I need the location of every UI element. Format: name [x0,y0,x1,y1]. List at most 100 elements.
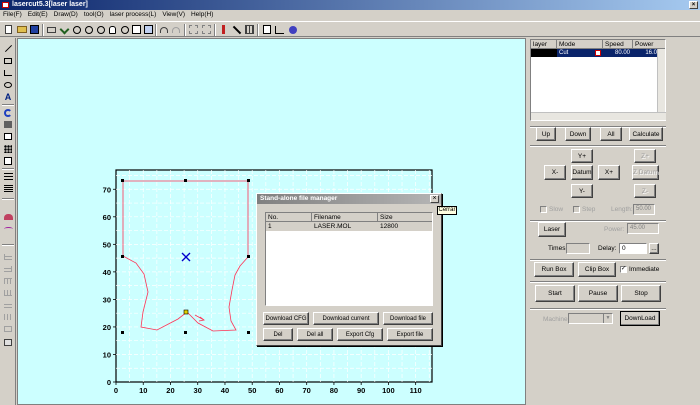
align-left-icon[interactable] [3,252,13,261]
align-right-icon[interactable] [3,264,13,273]
rectangle-tool-icon[interactable] [3,56,13,65]
stamp-tool-icon[interactable] [3,120,13,129]
delay-options-button[interactable]: ... [649,243,659,254]
import-icon[interactable] [46,24,57,35]
download-current-button[interactable]: Download current [313,312,379,325]
del-all-button[interactable]: Del all [297,328,333,341]
align-top-icon[interactable] [3,276,13,285]
zoom-fit-icon[interactable] [131,24,142,35]
menu-tool[interactable]: tool(O) [81,10,107,20]
layer-speed-cell[interactable]: 80.00 [603,49,633,57]
align-tool-icon[interactable] [3,156,13,165]
menu-view[interactable]: View(V) [159,10,188,20]
array-icon[interactable] [244,24,255,35]
stop-button[interactable]: Stop [621,285,661,302]
file-row[interactable]: 1 LASER.MOL 12800 [266,222,432,231]
save-icon[interactable] [29,24,40,35]
copy-tool-icon[interactable] [3,132,13,141]
del-button[interactable]: Del [263,328,293,341]
measure-icon[interactable] [274,24,285,35]
start-button[interactable]: Start [535,285,575,302]
download-button[interactable]: DownLoad [620,311,660,326]
scatter-tool-icon[interactable] [3,144,13,153]
download-file-button[interactable]: Download file [383,312,433,325]
text-tool-icon[interactable]: A [3,92,13,102]
zoom-in-icon[interactable] [83,24,94,35]
export-cfg-button[interactable]: Export Cfg [337,328,383,341]
x-plus-button[interactable]: X+ [598,165,620,180]
align-center-icon[interactable] [3,300,13,309]
y-plus-button[interactable]: Y+ [571,149,593,163]
dialog-close-button[interactable]: × [430,195,439,203]
zoom-page-icon[interactable] [119,24,130,35]
undo-icon[interactable] [158,24,169,35]
layer-mode-cell[interactable]: Cut [557,49,603,57]
step-checkbox[interactable] [573,206,580,213]
polyline-tool-icon[interactable] [3,68,13,77]
line-tool-icon[interactable] [3,44,13,53]
layer-row[interactable]: Cut 80.00 16.0 [531,49,665,57]
align-middle-icon[interactable] [3,312,13,321]
hatch-tool-icon[interactable] [3,172,13,181]
group-icon[interactable] [188,24,199,35]
z-plus-button[interactable]: Z+ [634,149,656,163]
download-cfg-button[interactable]: Download CFG [263,312,309,325]
y-minus-button[interactable]: Y- [571,184,593,198]
machine-select[interactable]: ▼ [568,313,613,324]
chevron-down-icon[interactable]: ▼ [603,314,612,323]
layer-stack-icon[interactable] [3,338,13,347]
immediate-checkbox[interactable]: ✓ [620,266,627,273]
zoom-out-icon[interactable] [95,24,106,35]
export-file-button[interactable]: Export file [387,328,433,341]
menu-help[interactable]: Help(H) [188,10,216,20]
pan-hand-icon[interactable] [107,24,118,35]
rotate-tool-icon[interactable] [3,108,13,117]
start-point-marker[interactable] [183,309,189,315]
menu-laser-process[interactable]: laser process(L) [107,10,160,20]
layer-vertical-scrollbar[interactable] [657,49,665,114]
layer-down-button[interactable]: Down [565,127,591,141]
menu-draw[interactable]: Draw(D) [51,10,81,20]
clip-box-button[interactable]: Clip Box [578,262,616,277]
layer-horizontal-scrollbar[interactable] [531,112,666,120]
x-minus-button[interactable]: X- [544,165,566,180]
times-input[interactable] [566,243,590,254]
calculate-button[interactable]: Calculate [629,127,663,141]
layers-tool-icon[interactable] [3,184,13,193]
delay-input[interactable]: 0 [619,243,647,254]
redo-icon[interactable] [170,24,181,35]
curve-tool-icon[interactable] [3,224,13,233]
layer-color-swatch[interactable] [531,49,557,57]
zoom-icon[interactable] [71,24,82,35]
cut-path-tool-icon[interactable] [3,212,13,221]
laser-button[interactable]: Laser [538,222,566,237]
node-edit-icon[interactable] [231,24,242,35]
z-minus-button[interactable]: Z- [634,184,656,198]
preview-icon[interactable] [261,24,272,35]
open-folder-icon[interactable] [16,24,27,35]
close-window-button[interactable]: × [689,1,698,9]
menu-edit[interactable]: Edit(E) [25,10,51,20]
mirror-icon[interactable] [218,24,229,35]
pause-button[interactable]: Pause [578,285,618,302]
layer-up-button[interactable]: Up [536,127,556,141]
datum-button[interactable]: Datum [571,165,593,180]
ungroup-icon[interactable] [201,24,212,35]
new-file-icon[interactable] [3,24,14,35]
mode-dropdown-icon[interactable] [595,50,601,56]
about-icon[interactable] [287,24,298,35]
menu-file[interactable]: File(F) [0,10,25,20]
run-box-button[interactable]: Run Box [534,262,574,277]
length-input[interactable]: 50.00 [633,204,655,215]
layer-power-cell[interactable]: 16.0 [633,49,659,57]
power-input[interactable]: 45.00 [627,223,659,234]
ellipse-tool-icon[interactable] [3,80,13,89]
zoom-window-icon[interactable] [143,24,154,35]
same-width-icon[interactable] [3,324,13,333]
slow-checkbox[interactable] [540,206,547,213]
select-icon[interactable] [59,24,70,35]
select-all-button[interactable]: All [600,127,622,141]
align-bottom-icon[interactable] [3,288,13,297]
z-datum-button[interactable]: Z Datum [632,165,659,180]
file-list[interactable]: No. Filename Size 1 LASER.MOL 12800 [265,212,433,306]
